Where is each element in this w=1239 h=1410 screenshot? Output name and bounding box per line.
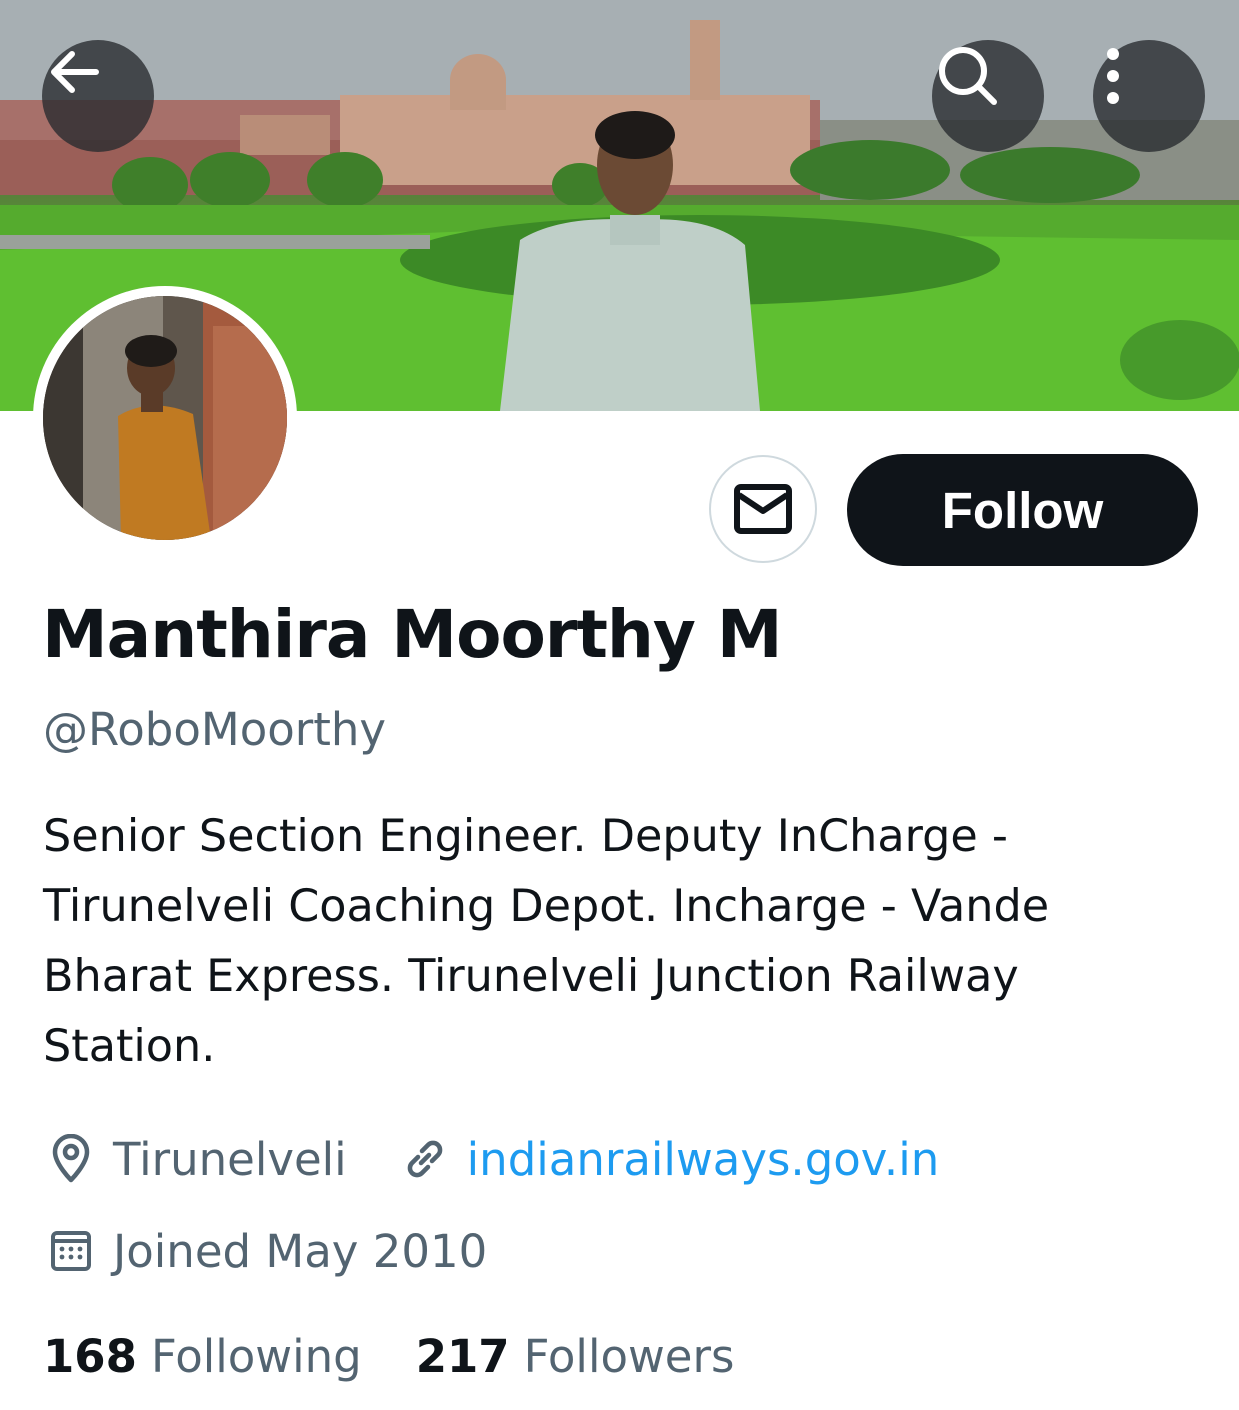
following-stat[interactable]: 168 Following [43,1330,362,1383]
link-icon [397,1131,453,1187]
more-button[interactable] [1093,40,1205,152]
message-button[interactable] [709,455,817,563]
joined-date: Joined May 2010 [113,1224,488,1278]
avatar[interactable] [33,286,297,550]
following-label: Following [150,1330,362,1383]
more-vertical-icon [1107,48,1119,104]
followers-stat[interactable]: 217 Followers [416,1330,735,1383]
user-handle: @RoboMoorthy [43,703,387,756]
follow-button[interactable]: Follow [847,454,1198,566]
back-button[interactable] [42,40,154,152]
followers-label: Followers [523,1330,735,1383]
calendar-icon [43,1223,99,1279]
search-icon [939,47,997,105]
website-link[interactable]: indianrailways.gov.in [467,1133,940,1186]
arrow-left-icon [51,51,99,93]
avatar-image [43,296,287,540]
profile-meta-row: Tirunelveli indianrailways.gov.in [43,1131,939,1187]
location-icon [43,1131,99,1187]
joined-row: Joined May 2010 [43,1223,487,1279]
follow-stats: 168 Following 217 Followers [43,1330,734,1383]
location-text: Tirunelveli [113,1132,347,1186]
envelope-icon [734,484,792,534]
search-button[interactable] [932,40,1044,152]
profile-page: Follow Manthira Moorthy M @RoboMoorthy S… [0,0,1239,1410]
following-count: 168 [43,1330,137,1383]
profile-bio: Senior Section Engineer. Deputy InCharge… [43,811,1050,1072]
display-name: Manthira Moorthy M [42,596,783,673]
followers-count: 217 [415,1330,510,1383]
